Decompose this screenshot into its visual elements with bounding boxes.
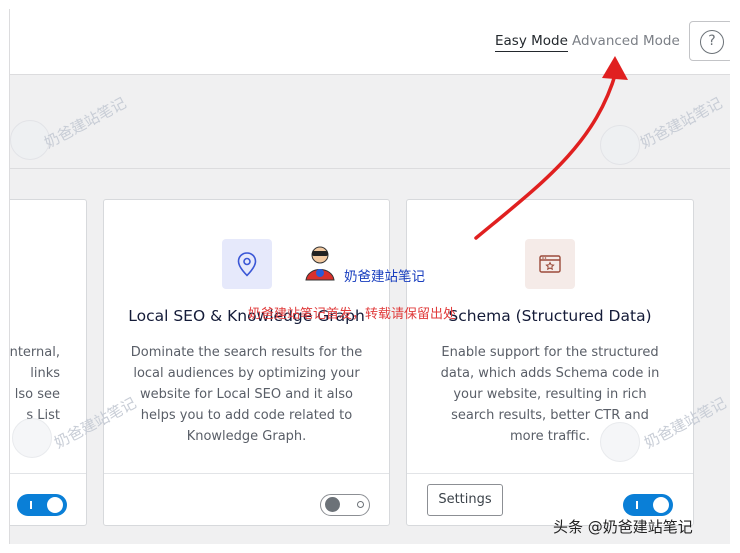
card-footer: Settings (407, 473, 693, 525)
card-footer (10, 473, 86, 525)
module-toggle[interactable] (17, 494, 67, 516)
module-toggle[interactable] (623, 494, 673, 516)
easy-mode-tab[interactable]: Easy Mode (495, 33, 568, 52)
advanced-mode-tab[interactable]: Advanced Mode (572, 33, 680, 49)
help-button[interactable]: ? (689, 21, 730, 61)
module-card-local-seo: Local SEO & Knowledge Graph Dominate the… (103, 199, 390, 526)
module-card-schema: Schema (Structured Data) Enable support … (406, 199, 694, 526)
settings-button[interactable]: Settings (427, 484, 503, 516)
card-footer (104, 473, 389, 525)
section-divider (10, 168, 730, 169)
card-description: Dominate the search results for the loca… (130, 345, 363, 444)
card-title: Schema (Structured Data) (448, 307, 652, 325)
top-bar: Easy Mode Advanced Mode ? (10, 9, 730, 75)
schema-window-icon (525, 239, 575, 289)
card-title: Local SEO & Knowledge Graph (128, 307, 365, 325)
app-frame: Easy Mode Advanced Mode ? nternal, links… (9, 9, 730, 544)
watermark-logo-icon (600, 422, 640, 462)
map-pin-icon (222, 239, 272, 289)
watermark-logo-icon (12, 418, 52, 458)
watermark-logo-icon (600, 125, 640, 165)
module-toggle[interactable] (320, 494, 370, 516)
card-description: nternal, links lso see s List (9, 345, 60, 423)
module-card-partial: nternal, links lso see s List (9, 199, 87, 526)
help-icon: ? (700, 30, 724, 54)
